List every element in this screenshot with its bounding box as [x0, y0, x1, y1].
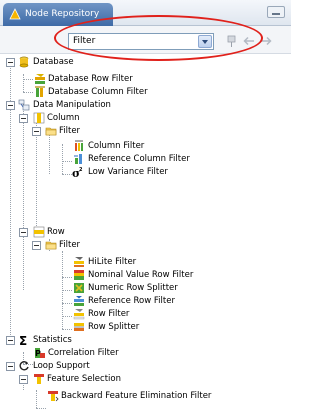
data-manipulation-icon [18, 99, 30, 111]
view-title-bar: Node Repository [0, 0, 291, 26]
forward-arrow-icon[interactable] [259, 34, 273, 48]
tree-node-statistics[interactable]: Σ Statistics [0, 334, 200, 347]
tree-node-database-column-filter[interactable]: Database Column Filter [0, 86, 220, 99]
feature-selection-icon [34, 374, 44, 384]
collapse-toggle[interactable] [19, 114, 28, 123]
database-icon [19, 56, 29, 68]
tree-node-hilite-filter[interactable]: HiLite Filter [0, 256, 220, 269]
row-filter-icon [73, 309, 85, 320]
tree-node-correlation-filter[interactable]: P Correlation Filter [0, 347, 220, 360]
collapse-toggle[interactable] [32, 241, 41, 250]
tree-node-row-filter-folder[interactable]: Filter [0, 239, 200, 252]
tree-node-row-splitter[interactable]: Row Splitter [0, 321, 220, 334]
tree-node-label: Feature Selection [47, 374, 121, 384]
tree-node-label: Database [33, 57, 74, 67]
column-filter-icon [75, 140, 83, 151]
tab-title: Node Repository [25, 9, 100, 19]
node-tree: Database Database Row Filter Database Co… [0, 54, 291, 414]
tree-node-label: Row Filter [88, 309, 130, 319]
tree-node-label: Backward Feature Elimination Filter [61, 391, 212, 401]
svg-text:2: 2 [79, 167, 83, 173]
feature-elimination-icon [48, 391, 59, 402]
collapse-toggle[interactable] [32, 127, 41, 136]
sigma-squared-icon: σ 2 [72, 167, 83, 178]
tree-node-label: Statistics [33, 335, 72, 345]
tree-node-label: Reference Column Filter [88, 154, 190, 164]
folder-icon [45, 241, 57, 250]
tree-node-reference-row-filter[interactable]: Reference Row Filter [0, 295, 240, 308]
db-column-filter-icon [35, 86, 45, 97]
filter-combobox-value: Filter [73, 36, 96, 46]
tree-node-data-manipulation[interactable]: Data Manipulation [0, 99, 200, 112]
db-row-filter-icon [35, 74, 45, 84]
folder-icon [45, 127, 57, 136]
tree-node-row[interactable]: Row [0, 226, 200, 239]
numeric-splitter-icon [74, 283, 84, 293]
collapse-toggle[interactable] [6, 362, 15, 371]
tree-node-backward-feature-elimination-filter[interactable]: Backward Feature Elimination Filter [0, 390, 290, 403]
minimize-button[interactable] [267, 6, 285, 18]
tree-node-label: Row [47, 227, 65, 237]
tree-node-label: Low Variance Filter [88, 167, 168, 177]
tree-node-loop-support[interactable]: Loop Support [0, 360, 200, 373]
filter-combobox[interactable]: Filter [68, 33, 214, 50]
tree-node-label: Column [47, 113, 80, 123]
knime-icon [9, 8, 21, 20]
tree-node-database[interactable]: Database [0, 56, 200, 69]
repository-toolbar: Filter [0, 26, 291, 54]
back-arrow-icon[interactable] [242, 34, 256, 48]
tree-node-label: Filter [59, 240, 81, 250]
nominal-filter-icon [74, 270, 84, 280]
tree-node-label: Reference Row Filter [88, 296, 175, 306]
correlation-filter-icon: P [35, 348, 45, 358]
tree-node-label: Column Filter [88, 141, 145, 151]
sigma-icon: Σ [19, 334, 27, 346]
tree-node-label: Row Splitter [88, 322, 140, 332]
collapse-toggle[interactable] [6, 58, 15, 67]
tree-node-label: Numeric Row Splitter [88, 283, 178, 293]
column-icon [33, 112, 45, 124]
reference-column-filter-icon [74, 154, 82, 164]
collapse-toggle[interactable] [6, 336, 15, 345]
collapse-toggle[interactable] [6, 101, 15, 110]
loop-icon [19, 361, 29, 371]
svg-text:Σ: Σ [19, 334, 27, 346]
tree-node-label: HiLite Filter [88, 257, 137, 267]
reference-row-filter-icon [74, 296, 84, 306]
tree-node-label: Data Manipulation [33, 100, 111, 110]
node-repository-tab[interactable]: Node Repository [3, 3, 113, 26]
pin-icon[interactable] [225, 34, 239, 48]
tree-node-column-filter[interactable]: Column Filter [0, 140, 220, 153]
tree-node-row-filter[interactable]: Row Filter [0, 308, 220, 321]
tree-node-reference-column-filter[interactable]: Reference Column Filter [0, 153, 240, 166]
tree-node-low-variance-filter[interactable]: σ 2 Low Variance Filter [0, 166, 240, 179]
tree-node-database-row-filter[interactable]: Database Row Filter [0, 73, 220, 86]
row-icon [33, 226, 45, 238]
tree-node-label: Filter [59, 126, 81, 136]
svg-text:P: P [35, 349, 41, 358]
tree-node-nominal-value-row-filter[interactable]: Nominal Value Row Filter [0, 269, 240, 282]
tree-node-label: Loop Support [33, 361, 90, 371]
tree-node-label: Database Column Filter [48, 87, 148, 97]
tree-node-label: Correlation Filter [48, 348, 119, 358]
tree-node-feature-selection[interactable]: Feature Selection [0, 373, 200, 386]
collapse-toggle[interactable] [19, 228, 28, 237]
collapse-toggle[interactable] [19, 375, 28, 384]
tree-node-numeric-row-splitter[interactable]: Numeric Row Splitter [0, 282, 240, 295]
chevron-down-icon[interactable] [198, 35, 212, 48]
tree-node-label: Database Row Filter [48, 74, 133, 84]
tree-node-label: Nominal Value Row Filter [88, 270, 194, 280]
tree-node-column-filter-folder[interactable]: Filter [0, 125, 200, 138]
row-splitter-icon [74, 323, 84, 331]
hilite-filter-icon [74, 257, 84, 267]
tree-node-column[interactable]: Column [0, 112, 200, 125]
